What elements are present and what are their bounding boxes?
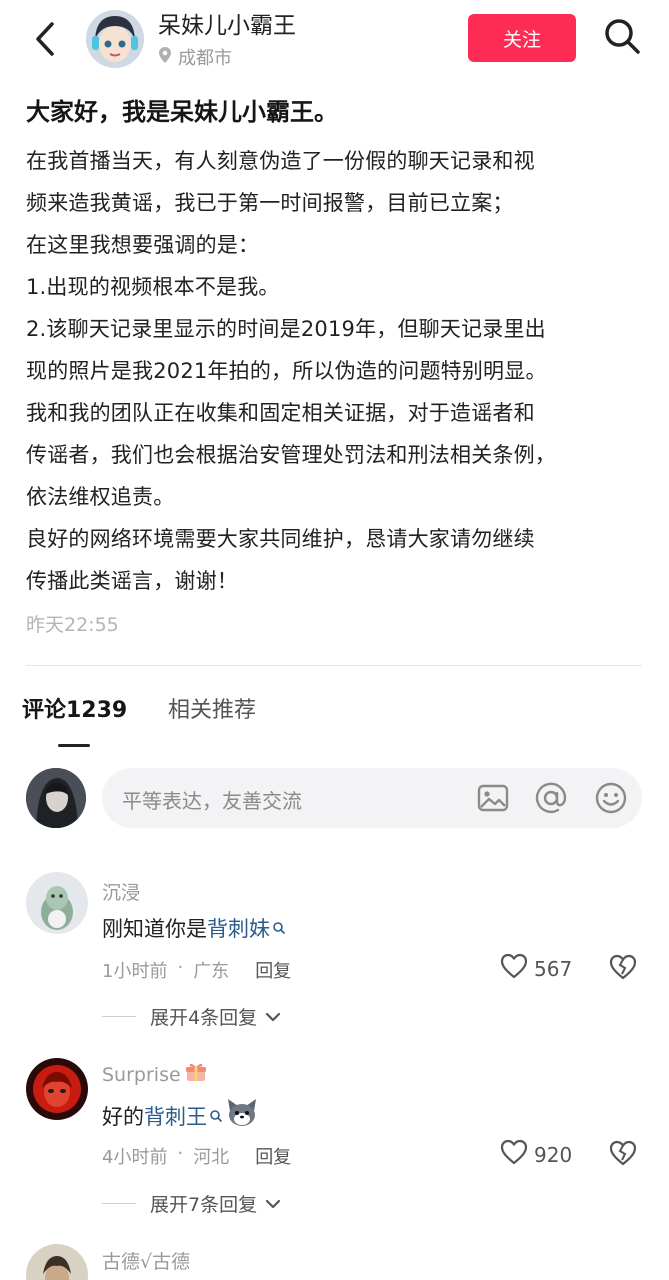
dog-emoji-icon	[223, 1097, 259, 1134]
meta-dot: ·	[177, 1143, 184, 1164]
location-text: 成都市	[178, 48, 232, 69]
like-count: 920	[534, 1142, 573, 1167]
comment-input[interactable]: 平等表达，友善交流	[102, 768, 642, 828]
top-bar: 呆妹儿小霸王 成都市 关注	[0, 0, 669, 80]
post-time: 昨天22:55	[26, 614, 119, 636]
tab-indicator	[58, 744, 90, 747]
post-line: 传谣者，我们也会根据治安管理处罚法和刑法相关条例，	[26, 443, 556, 467]
emoji-icon[interactable]	[594, 781, 628, 815]
comment-text-prefix: 好的	[102, 1104, 144, 1129]
tab-comments[interactable]: 评论1239	[22, 692, 127, 724]
image-icon[interactable]	[476, 781, 510, 815]
expand-replies-button[interactable]: 展开4条回复	[102, 1003, 281, 1030]
commenter-name-text: Surprise	[102, 1063, 181, 1086]
mention-icon[interactable]	[534, 781, 568, 815]
gift-icon	[185, 1061, 207, 1088]
dislike-icon[interactable]	[608, 1139, 638, 1169]
reply-button[interactable]: 回复	[255, 957, 291, 983]
reply-button[interactable]: 回复	[255, 1143, 291, 1169]
comment-text: 好的 背刺王	[102, 1097, 259, 1134]
comment-search-link[interactable]: 背刺王	[144, 1101, 207, 1131]
comment-meta: 1小时前 · 广东 回复	[102, 957, 291, 983]
like-count: 567	[534, 956, 573, 981]
comment-time: 4小时前	[102, 1147, 168, 1168]
like-button[interactable]: 567	[500, 953, 572, 984]
search-link-icon	[207, 1104, 223, 1128]
post-line: 在我首播当天，有人刻意伪造了一份假的聊天记录和视	[26, 149, 535, 173]
comment-region: 河北	[193, 1147, 230, 1168]
post-line: 频来造我黄谣，我已于第一时间报警，目前已立案；	[26, 191, 514, 215]
dislike-icon[interactable]	[608, 953, 638, 983]
expand-replies-button[interactable]: 展开7条回复	[102, 1190, 281, 1217]
chevron-down-icon	[265, 1006, 281, 1028]
commenter-name[interactable]: 沉浸	[102, 878, 140, 905]
my-avatar[interactable]	[26, 768, 86, 828]
author-name[interactable]: 呆妹儿小霸王	[158, 6, 296, 40]
expand-replies-label: 展开4条回复	[150, 1007, 258, 1029]
post-line: 依法维权追责。	[26, 485, 175, 509]
commenter-avatar[interactable]	[26, 872, 88, 934]
like-button[interactable]: 920	[500, 1139, 572, 1170]
follow-button[interactable]: 关注	[468, 14, 576, 62]
chevron-down-icon	[265, 1193, 281, 1215]
heart-icon	[500, 953, 528, 984]
post-line: 传播此类谣言，谢谢！	[26, 569, 238, 593]
expand-replies-label: 展开7条回复	[150, 1194, 258, 1216]
author-avatar[interactable]	[86, 10, 144, 68]
comment-text: 刚知道你是 背刺妹	[102, 913, 286, 943]
comment-region: 广东	[193, 961, 230, 982]
comment-search-link[interactable]: 背刺妹	[207, 913, 270, 943]
post-line: 我和我的团队正在收集和固定相关证据，对于造谣者和	[26, 401, 535, 425]
location-label: 成都市	[158, 44, 232, 70]
comment-input-placeholder: 平等表达，友善交流	[122, 789, 302, 813]
post-line: 在这里我想要强调的是：	[26, 233, 260, 257]
post-title: 大家好，我是呆妹儿小霸王。	[26, 98, 338, 126]
search-link-icon	[270, 916, 286, 940]
comment-time: 1小时前	[102, 961, 168, 982]
search-icon[interactable]	[600, 14, 644, 58]
expand-dash	[102, 1016, 136, 1017]
commenter-name[interactable]: Surprise	[102, 1061, 207, 1088]
location-pin-icon	[158, 46, 172, 69]
post-line: 2.该聊天记录里显示的时间是2019年，但聊天记录里出	[26, 317, 546, 341]
post-line: 1.出现的视频根本不是我。	[26, 275, 280, 299]
expand-dash	[102, 1203, 136, 1204]
post-line: 现的照片是我2021年拍的，所以伪造的问题特别明显。	[26, 359, 547, 383]
commenter-avatar[interactable]	[26, 1058, 88, 1120]
post-body: 在我首播当天，有人刻意伪造了一份假的聊天记录和视 频来造我黄谣，我已于第一时间报警…	[26, 140, 646, 602]
divider	[26, 665, 642, 666]
meta-dot: ·	[177, 957, 184, 978]
tab-related[interactable]: 相关推荐	[168, 692, 256, 724]
comment-text-prefix: 刚知道你是	[102, 917, 207, 941]
back-icon[interactable]	[28, 18, 64, 60]
commenter-avatar[interactable]	[26, 1244, 88, 1280]
heart-icon	[500, 1139, 528, 1170]
post-line: 良好的网络环境需要大家共同维护，恳请大家请勿继续	[26, 527, 535, 551]
commenter-name[interactable]: 古德√古德	[102, 1247, 190, 1274]
comment-meta: 4小时前 · 河北 回复	[102, 1143, 291, 1169]
